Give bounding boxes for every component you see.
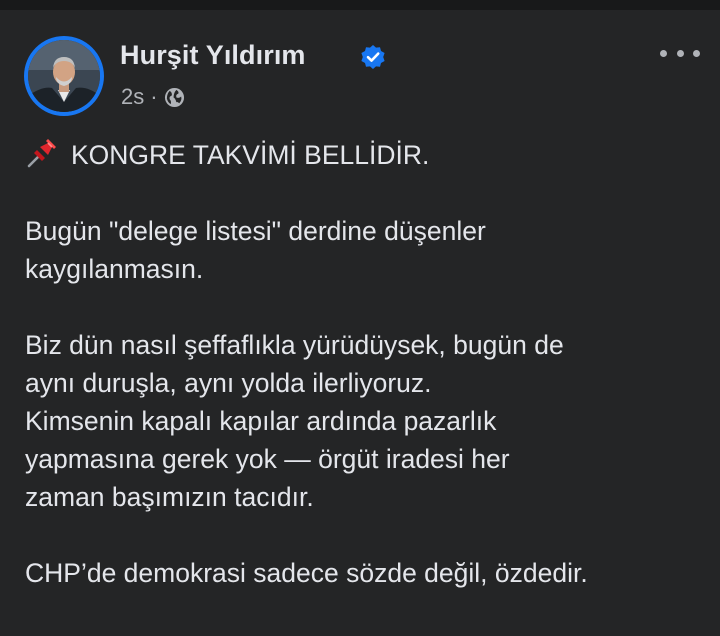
post-line: Bugün "delege listesi" derdine düşenler xyxy=(25,216,486,246)
post-line: kaygılanmasın. xyxy=(25,254,204,284)
more-options-button[interactable] xyxy=(660,42,700,64)
avatar-photo xyxy=(28,40,100,112)
post-line: aynı duruşla, aynı yolda ilerliyoruz. xyxy=(25,368,432,398)
top-divider xyxy=(0,0,720,10)
post-line: Biz dün nasıl şeffaflıkla yürüdüysek, bu… xyxy=(25,330,564,360)
pushpin-icon xyxy=(27,139,56,168)
post-title: KONGRE TAKVİMİ BELLİDİR. xyxy=(71,140,430,170)
verified-badge-icon xyxy=(361,45,385,69)
post-header: Hurşit Yıldırım 2s · xyxy=(24,36,700,116)
post-line: zaman başımızın tacıdır. xyxy=(25,482,314,512)
post-meta: 2s · xyxy=(121,84,185,110)
post-text: KONGRE TAKVİMİ BELLİDİR. Bugün "delege l… xyxy=(25,136,705,592)
post-line-title: KONGRE TAKVİMİ BELLİDİR. xyxy=(25,136,705,174)
post-line: Kimsenin kapalı kapılar ardında pazarlık xyxy=(25,406,497,436)
post-line: yapmasına gerek yok — örgüt iradesi her xyxy=(25,444,510,474)
avatar[interactable] xyxy=(24,36,104,116)
globe-icon xyxy=(164,87,184,107)
avatar-person-icon xyxy=(28,40,100,112)
post-line: CHP’de demokrasi sadece sözde değil, özd… xyxy=(25,558,588,588)
author-name[interactable]: Hurşit Yıldırım xyxy=(120,40,306,71)
more-options-icon xyxy=(660,49,667,57)
meta-separator: · xyxy=(150,84,158,109)
post-timestamp[interactable]: 2s xyxy=(121,84,144,110)
